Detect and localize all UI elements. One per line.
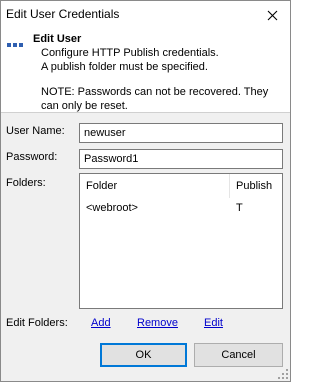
resize-grip-icon[interactable] [277, 368, 289, 380]
user-credentials-icon [7, 43, 23, 47]
title-bar: Edit User Credentials [1, 1, 290, 29]
banner-heading: Edit User [33, 33, 82, 45]
edit-folder-link[interactable]: Edit [204, 317, 223, 329]
username-input[interactable] [79, 123, 283, 143]
ok-button-label: OK [135, 349, 152, 361]
close-button[interactable] [254, 1, 290, 29]
folders-label: Folders: [6, 177, 46, 189]
folders-list[interactable]: Folder Publish <webroot> T [79, 173, 283, 309]
edit-folders-label: Edit Folders: [6, 317, 68, 329]
password-input[interactable] [79, 149, 283, 169]
ok-button[interactable]: OK [100, 343, 187, 367]
username-label: User Name: [6, 125, 65, 137]
remove-folder-link[interactable]: Remove [137, 317, 178, 329]
column-header-folder[interactable]: Folder [80, 174, 230, 198]
column-header-publish[interactable]: Publish [230, 174, 282, 198]
password-label: Password: [6, 151, 58, 163]
banner-note-line: can only be reset. [41, 100, 128, 112]
folder-cell: <webroot> [86, 202, 138, 214]
folders-list-header: Folder Publish [80, 174, 282, 198]
add-folder-link[interactable]: Add [91, 317, 111, 329]
header-banner: Edit User Configure HTTP Publish credent… [1, 29, 290, 113]
cancel-button-label: Cancel [221, 349, 256, 361]
banner-note-line: NOTE: Passwords can not be recovered. Th… [41, 86, 269, 98]
window-title: Edit User Credentials [6, 7, 120, 21]
publish-cell: T [236, 202, 243, 214]
edit-user-credentials-dialog: Edit User Credentials Edit User Configur… [0, 0, 291, 382]
banner-description-line: Configure HTTP Publish credentials. [41, 47, 219, 59]
banner-description-line: A publish folder must be specified. [41, 61, 208, 73]
close-icon [267, 10, 277, 20]
cancel-button[interactable]: Cancel [194, 343, 283, 367]
folder-row[interactable]: <webroot> T [80, 198, 282, 218]
